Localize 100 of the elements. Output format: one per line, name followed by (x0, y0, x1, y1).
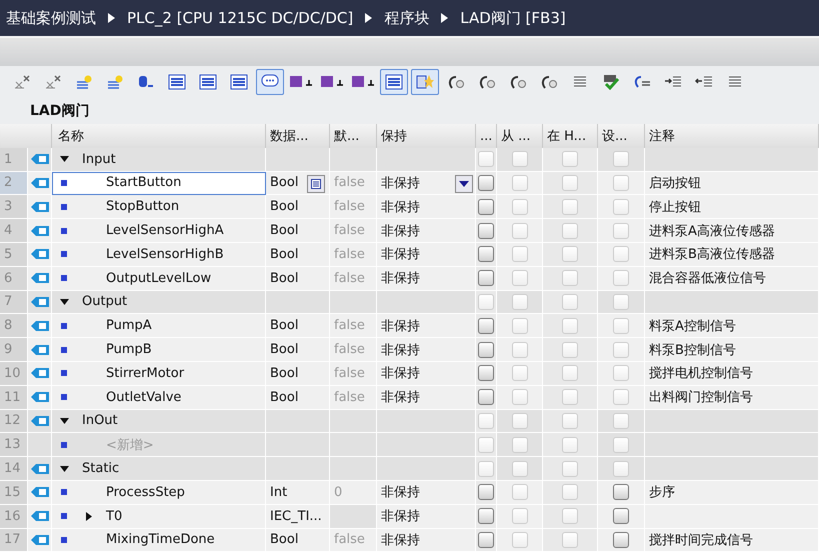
retain-value: 非保持 (381, 270, 420, 288)
checkbox[interactable] (478, 198, 494, 215)
member-name: T0 (106, 508, 122, 524)
chevron-icon (108, 13, 115, 23)
toolbar-button[interactable] (380, 69, 408, 95)
member-name: StirrerMotor (106, 366, 184, 381)
checkbox[interactable] (613, 484, 629, 500)
column-header[interactable]: 保持 (377, 124, 476, 149)
expand-icon[interactable] (86, 512, 92, 521)
member-bullet-icon (61, 489, 67, 496)
data-type: Bool (270, 318, 298, 334)
selected-name-cell[interactable]: StartButton (52, 172, 266, 196)
checkbox[interactable] (478, 270, 494, 286)
checkbox[interactable] (478, 246, 494, 262)
type-list-button[interactable] (307, 174, 325, 193)
data-type: Int (270, 484, 288, 500)
toolbar-button[interactable] (411, 69, 439, 95)
default-value: false (334, 366, 365, 381)
check-icon (602, 74, 620, 90)
member-bullet-icon (61, 513, 67, 520)
column-header[interactable]: 设... (598, 124, 645, 149)
member-name: LevelSensorHighA (106, 223, 224, 238)
column-header[interactable]: 默... (330, 124, 377, 149)
checkbox[interactable] (478, 389, 494, 406)
column-header[interactable]: ... (476, 124, 497, 149)
default-value: false (334, 532, 365, 548)
checkbox[interactable] (478, 318, 494, 334)
breadcrumb-item[interactable]: 程序块 (384, 8, 430, 28)
data-type: Bool (270, 175, 298, 190)
row-number: 8 (4, 318, 12, 334)
list-icon (311, 178, 321, 189)
data-type: Bool (270, 223, 298, 238)
chevron-icon (441, 13, 448, 23)
checkbox[interactable] (478, 508, 494, 524)
retain-value: 非保持 (381, 222, 420, 240)
row-number: 17 (4, 532, 21, 548)
member-name: StopButton (106, 199, 180, 214)
breadcrumb-item[interactable]: 基础案例测试 (6, 8, 96, 28)
dropdown-button[interactable] (455, 174, 473, 193)
collapse-icon[interactable] (60, 298, 68, 305)
caret-icon (459, 180, 469, 187)
retain-value: 非保持 (381, 532, 420, 549)
tag-icon (351, 74, 375, 90)
row-number: 2 (4, 175, 12, 190)
list-icon (230, 74, 248, 90)
column-header[interactable]: 注释 (645, 124, 819, 149)
checkbox[interactable] (613, 508, 629, 524)
row-number: 11 (4, 390, 21, 405)
member-bullet-icon (61, 275, 67, 282)
data-type: Bool (270, 366, 298, 381)
insert-icon (75, 74, 93, 90)
collapse-icon[interactable] (60, 418, 68, 424)
checkbox[interactable] (478, 222, 494, 239)
tag-icon (320, 74, 344, 90)
data-type: Bool (270, 270, 298, 286)
breadcrumb-item[interactable]: PLC_2 [CPU 1215C DC/DC/DC] (127, 9, 354, 27)
member-bullet-icon (61, 536, 67, 543)
insert-icon (106, 74, 124, 90)
row-number: 7 (4, 294, 12, 310)
breadcrumb-item[interactable]: LAD阀门 [FB3] (460, 8, 566, 28)
default-value: false (334, 342, 365, 358)
column-header[interactable]: 数据... (266, 124, 330, 149)
checkbox[interactable] (478, 484, 494, 500)
delete-icon (13, 74, 31, 90)
tag-icon (289, 74, 313, 90)
default-value: false (334, 318, 365, 334)
checkbox[interactable] (613, 532, 629, 548)
list-icon (385, 74, 403, 90)
cylinder-icon (137, 74, 155, 90)
retain-value: 非保持 (381, 365, 420, 382)
chevron-icon (365, 13, 372, 23)
member-bullet-icon (61, 370, 67, 376)
row-number: 6 (4, 270, 12, 286)
member-name: ProcessStep (106, 484, 185, 500)
checkbox[interactable] (478, 532, 494, 548)
default-value: false (334, 199, 365, 214)
column-header[interactable]: 从 ... (497, 124, 543, 149)
checkbox[interactable] (478, 365, 494, 382)
member-name: StartButton (106, 175, 182, 190)
data-type: Bool (270, 199, 298, 214)
retain-value: 非保持 (381, 318, 420, 335)
row-number: 15 (4, 484, 21, 500)
section-name: Input (82, 152, 116, 167)
default-value: 0 (334, 484, 342, 500)
row-number: 10 (4, 366, 21, 381)
retain-value: 非保持 (381, 508, 420, 526)
checkbox[interactable] (478, 342, 494, 358)
column-header[interactable]: 名称 (52, 124, 266, 149)
collapse-icon[interactable] (60, 466, 68, 472)
comment-text: 料泵B控制信号 (649, 342, 736, 359)
comment-text: 混合容器低液位信号 (649, 270, 766, 288)
checkbox[interactable] (478, 174, 494, 191)
comment-text: 料泵A控制信号 (649, 318, 736, 335)
member-bullet-icon (61, 228, 67, 234)
collapse-icon[interactable] (60, 156, 68, 162)
column-header[interactable]: 在 H... (543, 124, 598, 149)
toolbar-button[interactable] (256, 69, 284, 95)
comment-text: 搅拌时间完成信号 (649, 532, 753, 549)
comment-text: 进料泵A高液位传感器 (649, 222, 775, 240)
block-title: LAD阀门 (30, 102, 90, 120)
